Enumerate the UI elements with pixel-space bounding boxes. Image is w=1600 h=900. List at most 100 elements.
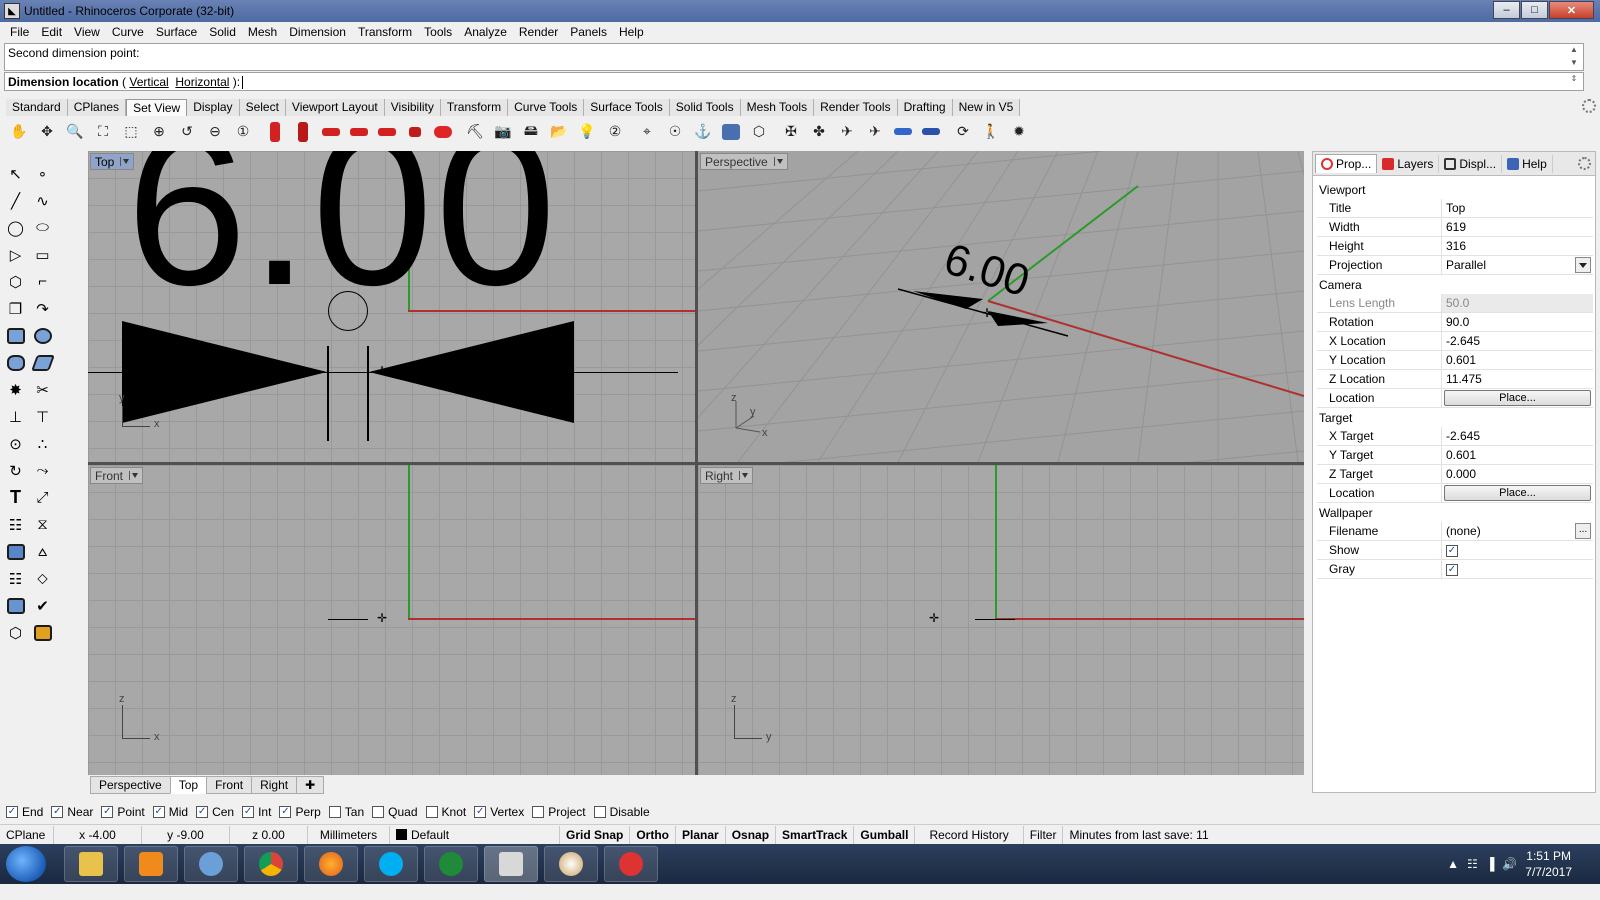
prop-x-target-value[interactable]: -2.645 (1441, 427, 1593, 445)
zoom-selected-icon[interactable]: ⊕ (146, 119, 172, 145)
osnap-knot-checkbox[interactable] (425, 806, 438, 818)
vptab-perspective[interactable]: Perspective (90, 776, 171, 794)
menu-mesh[interactable]: Mesh (242, 25, 283, 39)
clock[interactable]: 1:51 PM 7/7/2017 (1525, 848, 1572, 880)
osnap-point[interactable]: ✓ Point (101, 805, 145, 819)
command-prompt[interactable]: Dimension location ( Vertical Horizontal… (4, 72, 1584, 91)
network-icon[interactable]: ▐ (1486, 857, 1495, 871)
status-gumball[interactable]: Gumball (854, 825, 916, 844)
restore-view-icon[interactable]: 📂 (546, 119, 572, 145)
status-record-history[interactable]: Record History (915, 825, 1024, 844)
join-icon[interactable]: ⊤ (29, 403, 56, 430)
rectangle-icon[interactable]: ▭ (29, 241, 56, 268)
plane-color-icon[interactable] (890, 119, 916, 145)
panel-tab-properties[interactable]: Prop... (1315, 154, 1378, 173)
osnap-mid-checkbox[interactable]: ✓ (152, 806, 165, 818)
chevron-down-icon[interactable] (773, 157, 783, 166)
tab-curve-tools[interactable]: Curve Tools (508, 99, 585, 116)
chevron-down-icon[interactable] (1575, 257, 1591, 273)
text-icon[interactable]: T (2, 484, 29, 511)
viewport-top-label[interactable]: Top (90, 153, 135, 170)
boolean-icon[interactable] (2, 592, 29, 619)
undo-view-icon[interactable]: ↺ (174, 119, 200, 145)
osnap-cen-checkbox[interactable]: ✓ (196, 806, 209, 818)
prop-title-value[interactable]: Top (1441, 199, 1593, 217)
block-icon[interactable]: ⬦ (29, 565, 56, 592)
target-place-button[interactable]: Place... (1444, 485, 1591, 501)
move-icon[interactable]: ⤳ (29, 457, 56, 484)
tab-solid-tools[interactable]: Solid Tools (669, 99, 741, 116)
mirror-icon[interactable]: ⧖ (29, 511, 56, 538)
taskbar-skype-icon[interactable] (364, 846, 418, 882)
menu-render[interactable]: Render (513, 25, 564, 39)
status-layer[interactable]: Default (390, 825, 560, 844)
prompt-scroll-icon[interactable]: ⇕ (1567, 74, 1581, 83)
viewport-front-label[interactable]: Front (90, 467, 144, 484)
chevron-down-icon[interactable] (120, 157, 130, 166)
viewport-front[interactable]: Front ✛ x z (88, 465, 695, 775)
menu-view[interactable]: View (68, 25, 106, 39)
zoom-window-icon[interactable]: ⬚ (118, 119, 144, 145)
osnap-mid[interactable]: ✓ Mid (152, 805, 188, 819)
prop-rotation-value[interactable]: 90.0 (1441, 313, 1593, 331)
status-filter[interactable]: Filter (1024, 825, 1064, 844)
option-vertical[interactable]: Vertical (129, 75, 168, 89)
taskbar-green-app-icon[interactable] (424, 846, 478, 882)
menu-file[interactable]: File (4, 25, 35, 39)
menu-tools[interactable]: Tools (418, 25, 458, 39)
array-icon[interactable]: ☷ (2, 511, 29, 538)
osnap-end-checkbox[interactable]: ✓ (6, 806, 18, 818)
tab-cplanes[interactable]: CPlanes (67, 99, 127, 116)
tab-transform[interactable]: Transform (440, 99, 509, 116)
prop-x-location-value[interactable]: -2.645 (1441, 332, 1593, 350)
osnap-int[interactable]: ✓ Int (242, 805, 271, 819)
polygon-icon[interactable]: ⬡ (2, 268, 29, 295)
status-cplane[interactable]: CPlane (0, 825, 54, 844)
osnap-knot[interactable]: Knot (425, 805, 466, 819)
cylinder-icon[interactable] (2, 349, 29, 376)
vptab-right[interactable]: Right (251, 776, 298, 794)
box-icon[interactable] (2, 538, 29, 565)
menu-transform[interactable]: Transform (352, 25, 418, 39)
rhino-app-icon[interactable]: ◣ (4, 3, 20, 19)
polyline-icon[interactable]: ╱ (2, 187, 29, 214)
osnap-cen[interactable]: ✓ Cen (196, 805, 234, 819)
select-arrow-icon[interactable]: ↖ (2, 160, 29, 187)
add-viewport-icon[interactable]: ✚ (296, 776, 325, 794)
plane-front-icon[interactable] (918, 119, 944, 145)
walk-person-icon[interactable]: 🚶 (978, 119, 1004, 145)
osnap-disable[interactable]: Disable (593, 805, 650, 819)
status-planar[interactable]: Planar (676, 825, 726, 844)
points-on-icon[interactable]: ∴ (29, 430, 56, 457)
prop-y-target-value[interactable]: 0.601 (1441, 446, 1593, 464)
toolbar-gear-icon[interactable] (1582, 99, 1596, 113)
chevron-down-icon[interactable] (129, 471, 139, 480)
panel-tab-display[interactable]: Displ... (1439, 154, 1503, 173)
plan-view-icon[interactable] (718, 119, 744, 145)
vptab-front[interactable]: Front (206, 776, 253, 794)
show-checkbox[interactable]: ✓ (1446, 544, 1458, 557)
rotate-icon[interactable]: ↻ (2, 457, 29, 484)
plane-side-icon[interactable]: ✈ (862, 119, 888, 145)
start-button-icon[interactable] (6, 846, 46, 882)
plane-top-icon[interactable]: ✈ (834, 119, 860, 145)
ellipse-icon[interactable]: ⬭ (29, 214, 56, 241)
taskbar-snipping-icon[interactable] (604, 846, 658, 882)
tab-standard[interactable]: Standard (6, 99, 68, 116)
split-icon[interactable]: ⊥ (2, 403, 29, 430)
planar-surface-icon[interactable] (29, 349, 56, 376)
prop-width-value[interactable]: 619 (1441, 218, 1593, 236)
circle-icon[interactable]: ◯ (2, 214, 29, 241)
osnap-vertex[interactable]: ✓ Vertex (474, 805, 524, 819)
osnap-project[interactable]: Project (532, 805, 586, 819)
menu-edit[interactable]: Edit (35, 25, 68, 39)
camera-place-button[interactable]: Place... (1444, 390, 1591, 406)
maximize-button[interactable]: □ (1521, 1, 1548, 19)
osnap-tan-checkbox[interactable] (328, 806, 341, 818)
status-smarttrack[interactable]: SmartTrack (776, 825, 855, 844)
osnap-near-checkbox[interactable]: ✓ (51, 806, 64, 818)
menu-dimension[interactable]: Dimension (283, 25, 352, 39)
car-front-icon[interactable] (402, 119, 428, 145)
osnap-near[interactable]: ✓ Near (51, 805, 93, 819)
menu-curve[interactable]: Curve (106, 25, 150, 39)
